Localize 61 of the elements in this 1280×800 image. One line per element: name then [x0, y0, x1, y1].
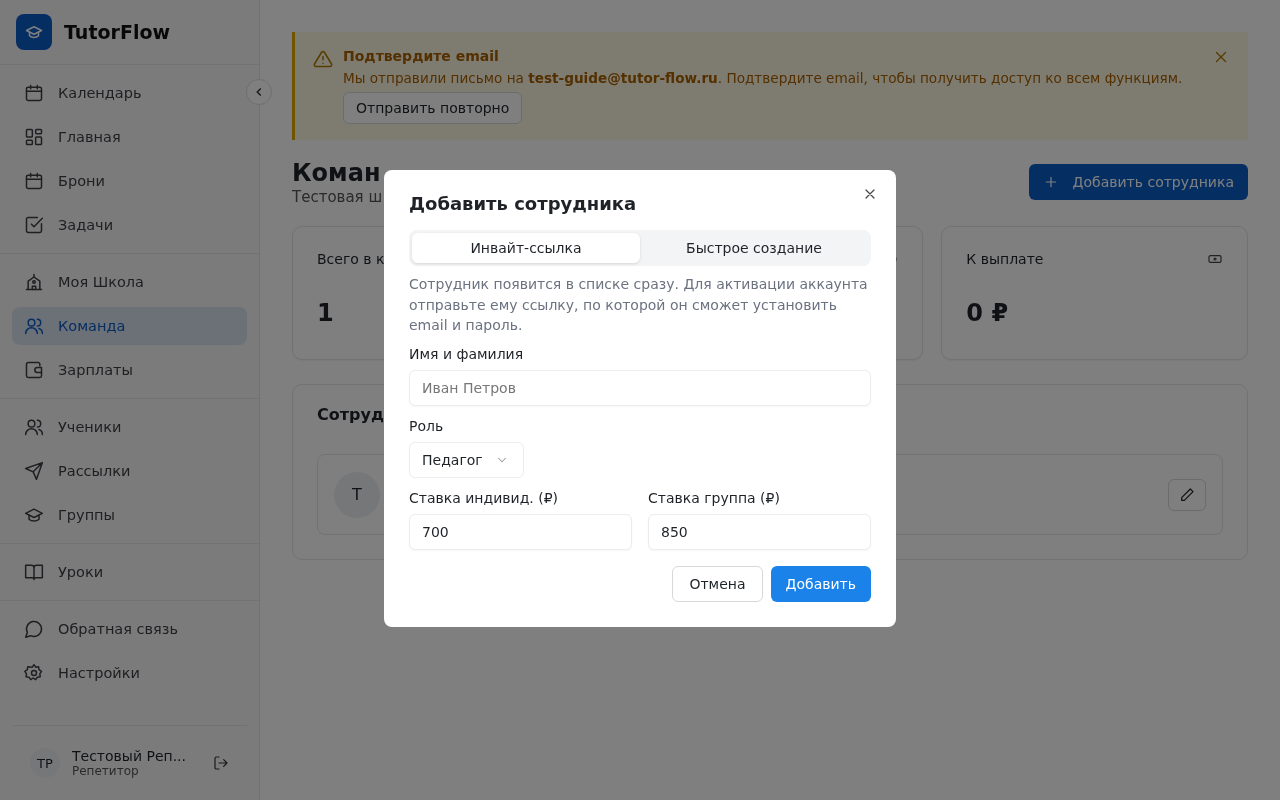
sidebar-item[interactable]: Задачи [12, 206, 247, 244]
chat-bubble-icon [24, 619, 44, 639]
warning-icon [313, 49, 333, 69]
input-field[interactable]: 850 [648, 513, 871, 550]
section-title: Сотруд [317, 405, 384, 424]
app-name: TutorFlow [64, 21, 170, 43]
users-icon [24, 417, 44, 437]
sidebar-item[interactable]: Главная [12, 118, 247, 156]
stat-value: 0 ₽ [966, 299, 1009, 327]
sidebar-item[interactable]: Уроки [12, 553, 247, 591]
calendar-icon [24, 171, 44, 191]
checkbox-icon [24, 215, 44, 235]
input-field[interactable]: Иван Петров [409, 369, 871, 406]
submit-button[interactable]: Добавить [770, 565, 871, 602]
logout-icon [213, 755, 229, 771]
modal-title: Добавить сотрудника [409, 192, 638, 216]
sidebar-item[interactable]: Рассылки [12, 452, 247, 490]
field-label: Ставка группа (₽) [648, 489, 780, 506]
pencil-icon [1179, 486, 1195, 503]
sidebar-item[interactable]: Брони [12, 162, 247, 200]
sidebar-item[interactable]: Группы [12, 496, 247, 534]
book-icon [24, 562, 44, 582]
sidebar-item[interactable]: Обратная связь [12, 610, 247, 648]
employee-avatar: Т [334, 471, 380, 518]
sidebar-item[interactable]: Ученики [12, 408, 247, 446]
cancel-button[interactable]: Отмена [672, 565, 763, 602]
banner-title: Подтвердите email [343, 48, 499, 64]
field-label: Ставка индивид. (₽) [409, 489, 559, 506]
tab[interactable]: Быстрое создание [640, 233, 868, 263]
resend-button[interactable]: Отправить повторно [343, 92, 523, 124]
tab[interactable]: Инвайт-ссылка [412, 233, 640, 263]
banner-message: Мы отправили письмо на test-guide@tutor-flow.ru. Подтвердите email, чтобы получить доступ ко всем функциям. [343, 70, 1183, 86]
logo-icon [16, 14, 52, 50]
user-role: Репетитор [72, 764, 140, 778]
stat-label: К выплате [966, 251, 1044, 267]
input-field[interactable]: 700 [409, 513, 632, 550]
edit-button[interactable] [1168, 478, 1206, 511]
school-icon [24, 272, 44, 292]
page-title: Коман [292, 158, 382, 188]
sidebar-item[interactable]: Настройки [12, 654, 247, 692]
sidebar-item[interactable]: Зарплаты [12, 351, 247, 389]
field-label: Роль [409, 417, 444, 434]
collapse-button[interactable] [246, 79, 272, 105]
sidebar-item[interactable]: Календарь [12, 74, 247, 112]
add-employee-button[interactable]: Добавить сотрудника [1028, 164, 1248, 200]
send-icon [24, 461, 44, 481]
role-select[interactable]: Педагог [409, 441, 524, 478]
description-text: Сотрудник появится в списке сразу. Для активации аккаунта отправьте ему ссылку, по которой он сможет установить email и пароль. [409, 275, 869, 335]
field-label: Имя и фамилия [409, 345, 524, 362]
sidebar-item[interactable]: Моя Школа [12, 263, 247, 301]
settings-icon [24, 663, 44, 683]
page-subtitle: Тестовая ш [292, 188, 383, 206]
user-avatar: TP [30, 748, 60, 778]
users-icon [24, 316, 44, 336]
wallet-icon [24, 360, 44, 380]
stat-value: 1 [317, 299, 334, 327]
calendar-icon [24, 83, 44, 103]
stat-label: Всего в к [317, 251, 385, 267]
dashboard-icon [24, 127, 44, 147]
user-name: Тестовый Реп... [72, 748, 187, 764]
sidebar-item[interactable]: Команда [12, 307, 247, 345]
